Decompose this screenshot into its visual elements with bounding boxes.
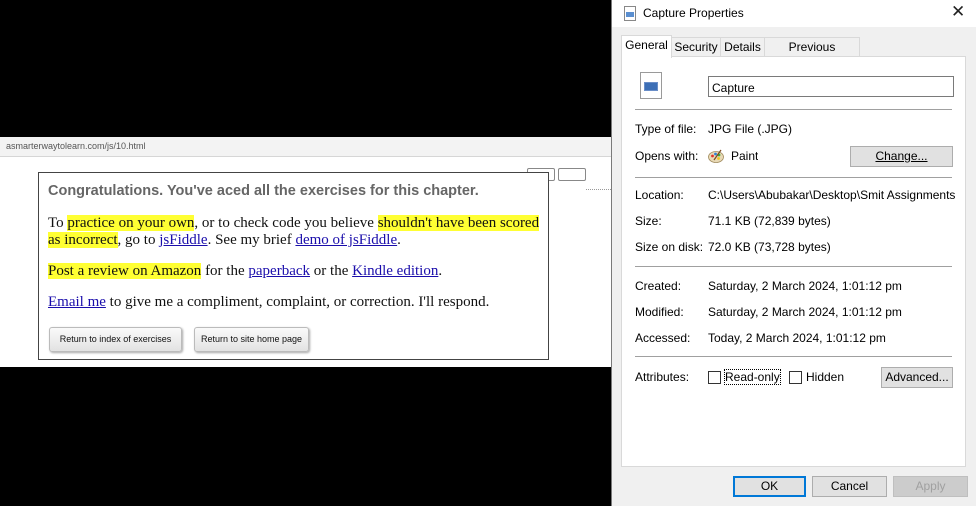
text: . <box>397 232 401 248</box>
file-name-input[interactable] <box>708 76 954 97</box>
return-home-button: Return to site home page <box>194 327 309 352</box>
practice-paragraph: To practice on your own, or to check cod… <box>48 215 540 249</box>
text: To <box>48 215 68 231</box>
text: , or to check code you believe <box>194 215 378 231</box>
text: or the <box>310 263 353 279</box>
size-value: 71.1 KB (72,839 bytes) <box>708 214 831 228</box>
modified-label: Modified: <box>635 305 684 319</box>
size-label: Size: <box>635 214 662 228</box>
highlight-practice: practice on your own <box>67 215 195 231</box>
demo-jsfiddle-link: demo of jsFiddle <box>295 232 398 248</box>
change-button-label: Change... <box>875 149 928 163</box>
text: , go to <box>117 232 160 248</box>
opens-with-label: Opens with: <box>635 149 699 163</box>
congrats-card: Congratulations. You've aced all the exe… <box>38 172 549 360</box>
separator <box>635 266 952 267</box>
separator <box>635 177 952 178</box>
dotted-divider <box>586 189 611 190</box>
separator <box>635 109 952 110</box>
ok-button[interactable]: OK <box>733 476 806 497</box>
location-value: C:\Users\Abubakar\Desktop\Smit Assignmen… <box>708 188 955 202</box>
paperback-link: paperback <box>248 263 311 279</box>
card-heading: Congratulations. You've aced all the exe… <box>48 183 479 199</box>
email-link: Email me <box>48 294 106 310</box>
tab-previous-versions[interactable]: Previous Versions <box>764 37 860 73</box>
text: to give me a compliment, complaint, or c… <box>105 294 490 310</box>
image-viewer: asmarterwaytolearn.com/js/10.html Congra… <box>0 0 611 506</box>
properties-dialog: Capture Properties ✕ General Security De… <box>611 0 976 506</box>
close-icon[interactable]: ✕ <box>951 3 965 20</box>
tab-security[interactable]: Security <box>671 37 721 56</box>
tab-details[interactable]: Details <box>720 37 765 56</box>
jpg-file-icon <box>640 72 662 99</box>
dialog-title: Capture Properties <box>643 6 744 20</box>
hidden-label[interactable]: Hidden <box>806 370 844 384</box>
read-only-label[interactable]: Read-only <box>724 369 781 385</box>
return-index-button: Return to index of exercises <box>49 327 182 352</box>
advanced-button[interactable]: Advanced... <box>881 367 953 388</box>
size-on-disk-value: 72.0 KB (73,728 bytes) <box>708 240 831 254</box>
modified-value: Saturday, 2 March 2024, 1:01:12 pm <box>708 305 902 319</box>
text: for the <box>201 263 249 279</box>
email-paragraph: Email me to give me a compliment, compla… <box>48 294 540 311</box>
apply-button[interactable]: Apply <box>893 476 968 497</box>
opens-with-value: Paint <box>731 149 759 163</box>
type-label: Type of file: <box>635 122 697 136</box>
created-label: Created: <box>635 279 682 293</box>
webpage-screenshot: asmarterwaytolearn.com/js/10.html Congra… <box>0 137 611 367</box>
cancel-button[interactable]: Cancel <box>812 476 887 497</box>
accessed-label: Accessed: <box>635 331 691 345</box>
small-control-button <box>558 168 586 181</box>
paint-palette-icon <box>708 149 724 163</box>
jsfiddle-link: jsFiddle <box>159 232 208 248</box>
attributes-label: Attributes: <box>635 370 690 384</box>
title-bar: Capture Properties ✕ <box>612 0 976 27</box>
change-button[interactable]: Change... <box>850 146 953 167</box>
tab-general[interactable]: General <box>621 35 672 58</box>
url-text: asmarterwaytolearn.com/js/10.html <box>6 141 146 151</box>
type-value: JPG File (.JPG) <box>708 122 793 136</box>
url-bar: asmarterwaytolearn.com/js/10.html <box>0 137 611 157</box>
text: . See my brief <box>207 232 296 248</box>
hidden-checkbox[interactable] <box>789 371 802 384</box>
general-panel: Type of file: JPG File (.JPG) Opens with… <box>621 56 966 467</box>
created-value: Saturday, 2 March 2024, 1:01:12 pm <box>708 279 902 293</box>
highlight-review: Post a review on Amazon <box>48 263 202 279</box>
file-properties-icon <box>624 6 636 21</box>
text: . <box>438 263 443 279</box>
read-only-checkbox[interactable] <box>708 371 721 384</box>
accessed-value: Today, 2 March 2024, 1:01:12 pm <box>708 331 886 345</box>
review-paragraph: Post a review on Amazon for the paperbac… <box>48 263 540 280</box>
separator <box>635 356 952 357</box>
kindle-link: Kindle edition <box>352 263 439 279</box>
location-label: Location: <box>635 188 684 202</box>
size-on-disk-label: Size on disk: <box>635 240 704 254</box>
